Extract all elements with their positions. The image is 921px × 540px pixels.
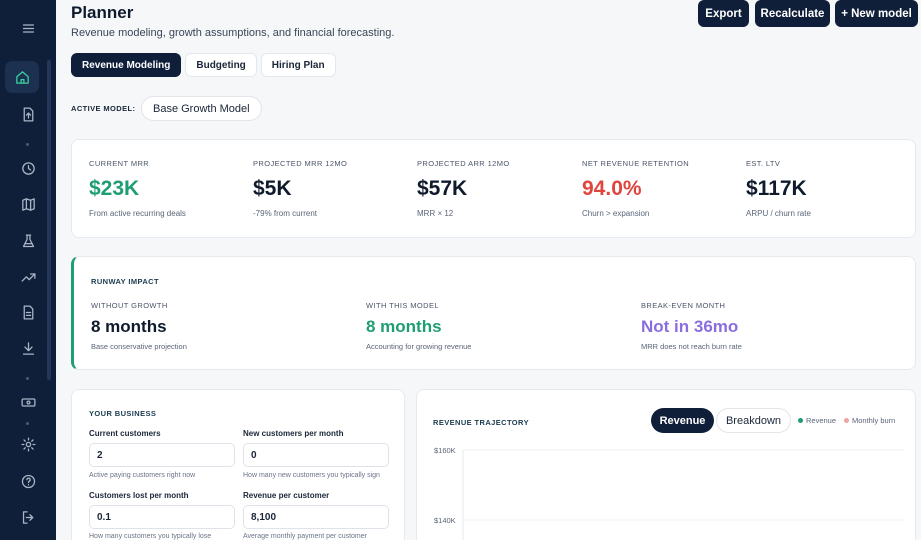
runway-value: Not in 36mo (641, 317, 739, 336)
tab-revenue-modeling[interactable]: Revenue Modeling (71, 53, 182, 77)
settings-icon[interactable] (0, 429, 56, 459)
runway-label: WITHOUT GROWTH (91, 301, 168, 310)
money-icon[interactable] (0, 387, 56, 417)
runway-subtext: Base conservative projection (91, 342, 187, 351)
runway-title: RUNWAY IMPACT (91, 277, 159, 286)
runway-value: 8 months (91, 317, 167, 336)
divider-dot (26, 377, 29, 380)
kpi-label: NET REVENUE RETENTION (582, 159, 690, 168)
field-help: How many new customers you typically sig… (243, 472, 380, 479)
new-model-button[interactable]: + New model (835, 0, 918, 27)
your-business-card: YOUR BUSINESS Current customers Active p… (71, 389, 405, 540)
kpi-card: CURRENT MRR $23K From active recurring d… (71, 139, 916, 238)
sidebar (0, 0, 56, 540)
map-icon[interactable] (0, 189, 56, 219)
kpi-subtext: ARPU / churn rate (746, 209, 811, 218)
kpi-value: $117K (746, 177, 807, 200)
kpi-value: 94.0% (582, 177, 642, 200)
y-tick-label: $160K (434, 446, 456, 455)
kpi-value: $5K (253, 177, 292, 200)
kpi-label: CURRENT MRR (89, 159, 150, 168)
field-help: How many customers you typically lose (89, 533, 212, 540)
logout-icon[interactable] (0, 502, 56, 532)
revenue-per-customer-input[interactable] (243, 505, 389, 529)
page-title: Planner (71, 3, 134, 22)
y-tick-label: $140K (434, 516, 456, 525)
field-help: Average monthly payment per customer (243, 533, 367, 540)
main-content: Planner Revenue modeling, growth assumpt… (56, 0, 921, 540)
customers-lost-input[interactable] (89, 505, 235, 529)
field-label: New customers per month (243, 429, 344, 438)
current-customers-input[interactable] (89, 443, 235, 467)
runway-impact-card: RUNWAY IMPACT WITHOUT GROWTH 8 months Ba… (71, 256, 916, 370)
export-button[interactable]: Export (698, 0, 749, 27)
trending-up-icon[interactable] (0, 262, 56, 292)
divider-dot (26, 143, 29, 146)
revenue-trajectory-chart: $160K $140K (434, 446, 905, 540)
active-model-selector[interactable]: Base Growth Model (141, 96, 262, 121)
field-label: Customers lost per month (89, 491, 189, 500)
kpi-label: EST. LTV (746, 159, 781, 168)
kpi-value: $57K (417, 177, 468, 200)
tab-bar: Revenue Modeling Budgeting Hiring Plan (71, 53, 336, 77)
clock-icon[interactable] (0, 153, 56, 183)
revenue-trajectory-card: REVENUE TRAJECTORY Revenue Breakdown Rev… (416, 389, 916, 540)
kpi-subtext: MRR × 12 (417, 209, 454, 218)
upload-file-icon[interactable] (0, 99, 56, 129)
field-label: Revenue per customer (243, 491, 330, 500)
kpi-subtext: From active recurring deals (89, 209, 186, 218)
kpi-label: PROJECTED MRR 12MO (253, 159, 348, 168)
field-label: Current customers (89, 429, 161, 438)
runway-subtext: MRR does not reach burn rate (641, 342, 742, 351)
divider-dot (26, 422, 29, 425)
menu-icon[interactable] (0, 13, 56, 43)
active-model-label: ACTIVE MODEL: (71, 104, 136, 113)
tab-budgeting[interactable]: Budgeting (185, 53, 257, 77)
flask-icon[interactable] (0, 226, 56, 256)
runway-label: BREAK-EVEN MONTH (641, 301, 726, 310)
page-subtitle: Revenue modeling, growth assumptions, an… (71, 27, 395, 39)
home-icon[interactable] (5, 61, 39, 93)
kpi-value: $23K (89, 177, 140, 200)
document-icon[interactable] (0, 297, 56, 327)
kpi-subtext: -79% from current (253, 209, 318, 218)
help-icon[interactable] (0, 466, 56, 496)
kpi-subtext: Churn > expansion (582, 209, 650, 218)
business-title: YOUR BUSINESS (89, 409, 157, 418)
recalculate-button[interactable]: Recalculate (755, 0, 830, 27)
runway-subtext: Accounting for growing revenue (366, 342, 472, 351)
tab-hiring-plan[interactable]: Hiring Plan (260, 53, 336, 77)
field-help: Active paying customers right now (89, 472, 196, 479)
runway-label: WITH THIS MODEL (366, 301, 439, 310)
kpi-label: PROJECTED ARR 12MO (417, 159, 510, 168)
new-customers-input[interactable] (243, 443, 389, 467)
runway-value: 8 months (366, 317, 442, 336)
download-icon[interactable] (0, 333, 56, 363)
